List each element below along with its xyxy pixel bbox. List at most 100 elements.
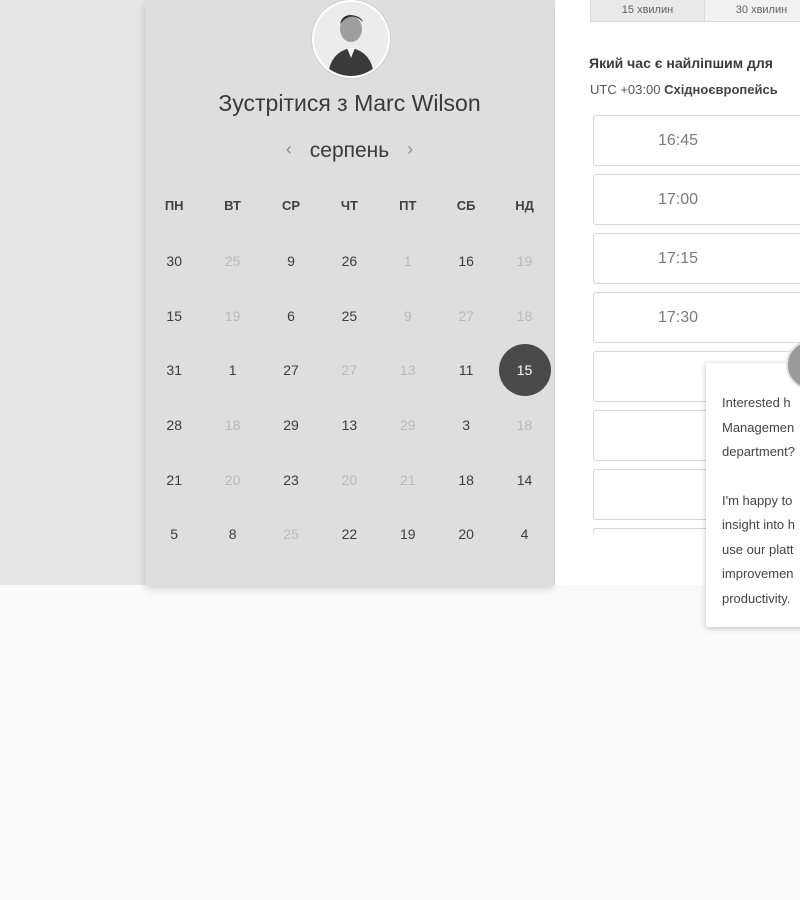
meeting-title-prefix: Зустрітися з	[218, 90, 348, 116]
calendar-day-number: 22	[341, 526, 358, 543]
calendar-day: 19	[495, 234, 553, 289]
calendar-day: 18	[495, 398, 553, 453]
calendar-day[interactable]: 26	[320, 234, 378, 289]
month-label: серпень	[309, 139, 390, 162]
calendar-day[interactable]: 3	[437, 398, 495, 453]
calendar-day: 1	[379, 234, 437, 289]
calendar-day-number: 29	[283, 417, 299, 434]
calendar-day-number: 27	[458, 307, 474, 324]
weekday-label: СБ	[456, 198, 476, 213]
weekday-label: ЧТ	[340, 198, 358, 213]
calendar-day-number: 21	[166, 471, 182, 488]
calendar-day-number: 15	[498, 344, 551, 397]
calendar-day-number: 13	[399, 362, 416, 379]
duration-tabs: 15 хвилин 30 хвилин	[590, 0, 800, 22]
calendar-day-number: 9	[403, 307, 412, 324]
calendar-day-number: 3	[462, 417, 471, 434]
chevron-left-icon[interactable]: ‹	[286, 139, 292, 160]
weekday-label: ПТ	[399, 198, 417, 213]
calendar-day-number: 21	[399, 471, 416, 488]
calendar-day: 25	[203, 234, 261, 289]
calendar-day[interactable]: 1	[203, 343, 261, 398]
calendar-day[interactable]: 25	[320, 289, 378, 344]
timezone-selector[interactable]: UTC +03:00 Східноєвропейсь	[590, 82, 778, 97]
calendar-week-row: 30 25 9 26 1 16 19	[145, 234, 554, 289]
calendar-day: 27	[437, 289, 495, 344]
calendar-day[interactable]: 15	[145, 289, 203, 344]
calendar-day-number: 25	[283, 526, 299, 543]
calendar-week-row: 21 20 23 20 21 18 14	[145, 452, 554, 507]
host-name: Marc Wilson	[354, 90, 481, 116]
calendar-day[interactable]: 29	[262, 398, 320, 453]
tab-30-min[interactable]: 30 хвилин	[705, 0, 800, 21]
calendar-day-number: 19	[224, 307, 241, 324]
calendar-day[interactable]: 27	[262, 343, 320, 398]
calendar-day-number: 27	[283, 362, 299, 379]
calendar-day: 18	[203, 398, 261, 453]
calendar-day[interactable]: 30	[145, 234, 203, 289]
time-slot-button[interactable]: 16:45	[593, 115, 800, 166]
calendar-day-number: 25	[341, 307, 358, 324]
calendar-day[interactable]: 13	[320, 398, 378, 453]
calendar-day-number: 23	[283, 471, 299, 488]
calendar-day[interactable]: 14	[495, 452, 553, 507]
time-slot-button[interactable]: 17:15	[593, 233, 800, 284]
calendar-week-row: 15 19 6 25 9 27 18	[145, 289, 554, 344]
calendar-day-number: 31	[166, 362, 182, 379]
calendar-day-number: 29	[399, 417, 416, 434]
calendar-day[interactable]: 28	[145, 398, 203, 453]
tab-15-min[interactable]: 15 хвилин	[591, 0, 705, 21]
time-slot-button[interactable]: 17:00	[593, 174, 800, 225]
calendar-day-number: 1	[228, 362, 237, 379]
calendar-day-number: 19	[399, 526, 416, 543]
timezone-name: Східноєвропейсь	[664, 82, 778, 97]
calendar-day-number: 26	[341, 253, 358, 270]
calendar-week-row: 28 18 29 13 29 3 18	[145, 398, 554, 453]
calendar-day: 9	[379, 289, 437, 344]
calendar-week-row: 31 1 27 27 13 11 15	[145, 343, 554, 398]
host-avatar	[312, 0, 390, 78]
calendar-day[interactable]: 11	[437, 343, 495, 398]
weekday-label: ПН	[164, 198, 184, 213]
calendar-day[interactable]: 21	[145, 452, 203, 507]
calendar-day-number: 20	[224, 471, 241, 488]
timezone-offset: UTC +03:00	[590, 82, 661, 97]
calendar-day[interactable]: 19	[379, 507, 437, 562]
calendar-day-number: 8	[228, 526, 237, 543]
calendar-day: 21	[379, 452, 437, 507]
calendar-day[interactable]: 23	[262, 452, 320, 507]
calendar-day-number: 19	[516, 253, 533, 270]
host-photo	[314, 2, 388, 76]
calendar-day[interactable]: 9	[262, 234, 320, 289]
calendar-day[interactable]: 6	[262, 289, 320, 344]
calendar-day[interactable]: 5	[145, 507, 203, 562]
calendar-day-number: 11	[458, 362, 474, 379]
calendar-week-row: 5 8 25 22 19 20 4	[145, 507, 554, 562]
calendar-day-number: 20	[341, 471, 358, 488]
calendar-day[interactable]: 20	[437, 507, 495, 562]
weekday-header: ПН ВТ СР ЧТ ПТ СБ НД	[145, 198, 554, 213]
calendar-day[interactable]: 31	[145, 343, 203, 398]
calendar-day[interactable]: 18	[437, 452, 495, 507]
calendar-day: 29	[379, 398, 437, 453]
calendar-day[interactable]: 4	[495, 507, 553, 562]
weekday-label: СР	[281, 198, 300, 213]
calendar-day-number: 30	[166, 253, 182, 270]
calendar-day-number: 15	[166, 307, 182, 324]
calendar-day: 20	[203, 452, 261, 507]
calendar-day[interactable]: 8	[203, 507, 261, 562]
weekday-label: ВТ	[224, 198, 241, 213]
calendar-day-number: 18	[516, 307, 533, 324]
calendar-day-number: 25	[224, 253, 241, 270]
calendar-day: 27	[320, 343, 378, 398]
calendar-day[interactable]: 22	[320, 507, 378, 562]
calendar-day-number: 20	[458, 526, 474, 543]
calendar-day-number: 6	[287, 307, 295, 324]
time-slot-button[interactable]: 17:30	[593, 292, 800, 343]
calendar-day-selected[interactable]: 15	[495, 343, 553, 398]
chevron-right-icon[interactable]: ›	[407, 139, 413, 160]
calendar-day: 18	[495, 289, 553, 344]
calendar-day-number: 13	[341, 417, 358, 434]
calendar-day[interactable]: 16	[437, 234, 495, 289]
weekday-label: НД	[515, 198, 534, 213]
